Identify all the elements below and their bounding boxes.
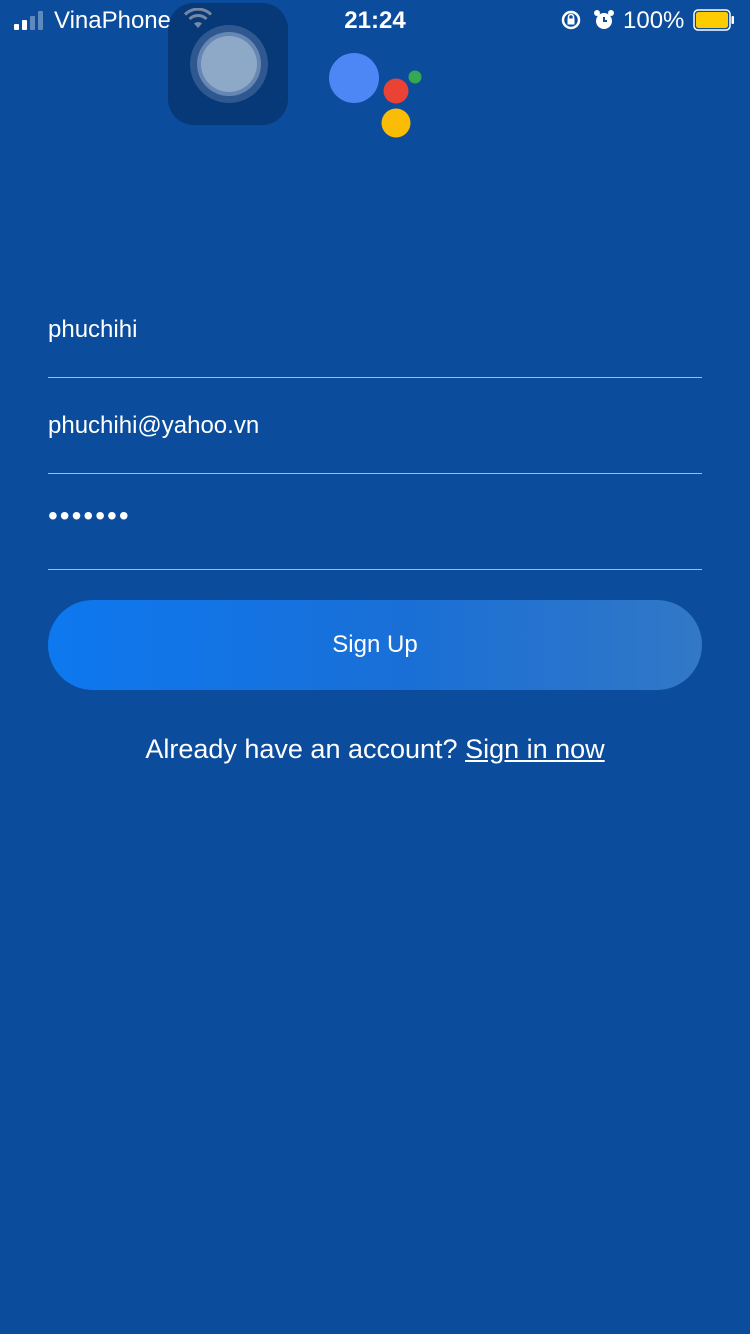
app-logo [329, 53, 422, 138]
password-field[interactable]: ••••••• [48, 492, 702, 570]
email-value: phuchihi@yahoo.vn [48, 412, 260, 439]
signup-screen: VinaPhone 21:24 100% phuchihi phuchihi@y… [0, 0, 750, 1334]
username-field[interactable]: phuchihi [48, 300, 702, 378]
sign-in-prompt: Already have an account? Sign in now [0, 734, 750, 765]
username-value: phuchihi [48, 316, 138, 343]
battery-percent: 100% [623, 7, 685, 34]
assistive-touch-button[interactable] [168, 3, 288, 125]
battery-icon [693, 9, 734, 31]
sign-in-prompt-text: Already have an account? [145, 734, 458, 764]
sign-in-link[interactable]: Sign in now [465, 734, 605, 764]
email-field[interactable]: phuchihi@yahoo.vn [48, 396, 702, 474]
password-value: ••••••• [48, 500, 131, 531]
rotation-lock-icon [561, 10, 581, 30]
status-bar: VinaPhone 21:24 100% [0, 0, 750, 40]
alarm-icon [594, 10, 614, 29]
sign-up-button[interactable]: Sign Up [48, 600, 702, 690]
